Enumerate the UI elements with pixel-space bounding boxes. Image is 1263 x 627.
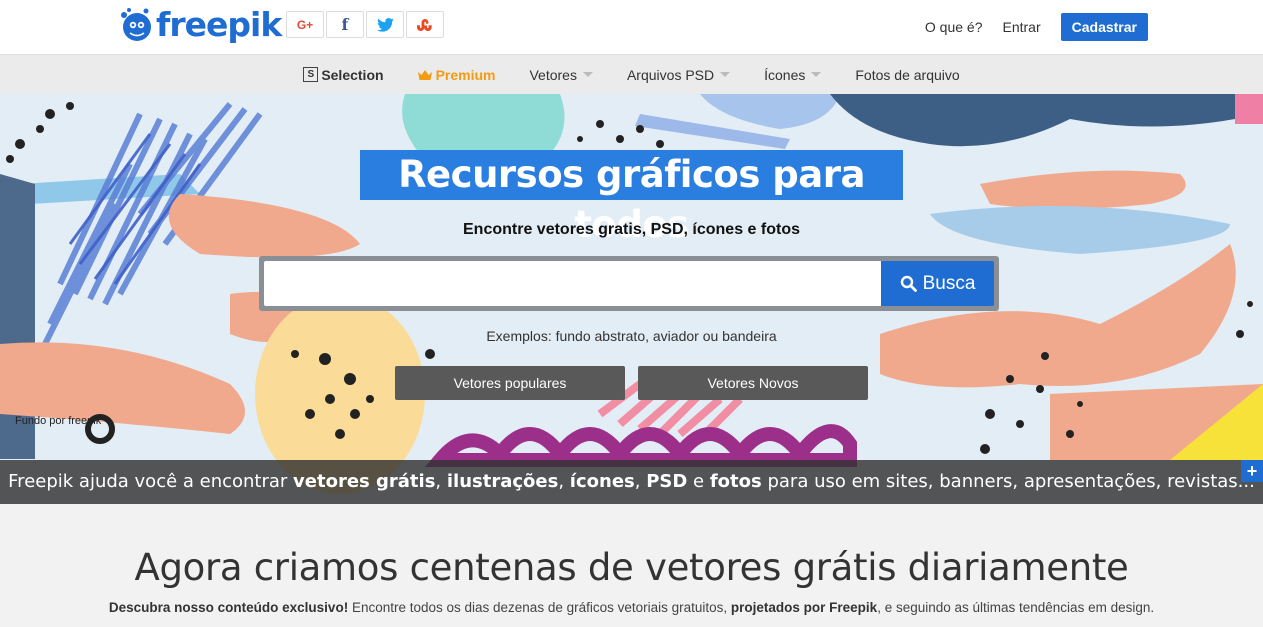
band-text: Freepik ajuda você a encontrar	[8, 471, 294, 492]
nav-vectors-label: Vetores	[529, 66, 577, 83]
main-heading: Agora criamos centenas de vetores grátis…	[134, 546, 1129, 589]
nav-psd[interactable]: Arquivos PSD	[626, 66, 731, 83]
band-text: ,	[634, 471, 647, 492]
search-input[interactable]	[264, 261, 881, 306]
nav-icons[interactable]: Ícones	[764, 66, 822, 83]
popular-vectors-button[interactable]: Vetores populares	[395, 366, 625, 400]
desc-text: Encontre todos os dias dezenas de gráfic…	[348, 600, 731, 615]
selection-icon: S	[303, 67, 319, 82]
logo-text: freepik	[156, 4, 282, 44]
what-is-link[interactable]: O que é?	[925, 19, 983, 35]
nav-vectors[interactable]: Vetores	[529, 66, 593, 83]
desc-bold-designed: projetados por Freepik	[730, 600, 878, 615]
background-credit[interactable]: Fundo por freepik	[15, 415, 101, 427]
crown-icon	[417, 69, 432, 80]
stumbleupon-button[interactable]	[406, 11, 444, 38]
chevron-down-icon	[720, 72, 731, 77]
new-vectors-button[interactable]: Vetores Novos	[638, 366, 868, 400]
nav-premium[interactable]: Premium	[417, 66, 496, 83]
chevron-down-icon	[811, 72, 822, 77]
search-examples: Exemplos: fundo abstrato, aviador ou ban…	[486, 328, 777, 344]
hero-buttons: Vetores populares Vetores Novos	[395, 366, 868, 400]
freepik-mascot-icon	[121, 8, 151, 41]
social-share-bar: G+ f	[286, 11, 444, 38]
google-plus-button[interactable]: G+	[286, 11, 324, 38]
nav-psd-label: Arquivos PSD	[626, 66, 715, 83]
band-text: e	[687, 471, 710, 492]
twitter-button[interactable]	[366, 11, 404, 38]
main-nav: S Selection Premium Vetores Arquivos PSD…	[0, 54, 1263, 94]
desc-bold-discover: Descubra nosso conteúdo exclusivo!	[108, 600, 349, 615]
login-link[interactable]: Entrar	[1003, 19, 1041, 35]
band-text: para uso em sites, banners, apresentaçõe…	[761, 471, 1255, 492]
band-bold-vectors: vetores grátis	[293, 471, 436, 492]
main-description: Descubra nosso conteúdo exclusivo! Encon…	[0, 600, 1263, 615]
google-plus-icon: G+	[296, 17, 314, 32]
freepik-logo[interactable]: freepik	[116, 4, 282, 44]
facebook-icon: f	[341, 15, 349, 34]
desc-text: , e seguindo as últimas tendências em de…	[877, 600, 1155, 615]
band-bold-photos: fotos	[709, 471, 762, 492]
search-bar: Busca	[259, 256, 999, 311]
search-icon	[900, 275, 917, 292]
hero-tagline-band: Freepik ajuda você a encontrar vetores g…	[0, 460, 1263, 504]
signup-button[interactable]: Cadastrar	[1060, 13, 1148, 41]
nav-premium-label: Premium	[435, 66, 496, 83]
top-bar: freepik G+ f O que é? Entrar Cadastrar	[0, 0, 1263, 54]
hero-banner: Recursos gráficos para todos Encontre ve…	[0, 94, 1263, 504]
band-bold-illustrations: ilustrações	[446, 471, 559, 492]
band-text: ,	[435, 471, 447, 492]
nav-selection-label: Selection	[321, 66, 384, 83]
plus-icon[interactable]: +	[1241, 460, 1263, 482]
nav-photos-label: Fotos de arquivo	[855, 66, 960, 83]
chevron-down-icon	[582, 72, 593, 77]
facebook-button[interactable]: f	[326, 11, 364, 38]
stumbleupon-icon	[417, 18, 432, 31]
band-text: ,	[558, 471, 570, 492]
account-nav: O que é? Entrar Cadastrar	[925, 13, 1148, 41]
band-bold-psd: PSD	[646, 471, 688, 492]
nav-icons-label: Ícones	[764, 66, 806, 83]
band-bold-icons: ícones	[569, 471, 635, 492]
nav-photos[interactable]: Fotos de arquivo	[855, 67, 959, 83]
nav-selection[interactable]: S Selection	[303, 66, 384, 83]
twitter-icon	[376, 17, 394, 32]
hero-title: Recursos gráficos para todos	[360, 150, 903, 246]
search-button-label: Busca	[922, 272, 976, 294]
hero-subtitle: Encontre vetores gratis, PSD, ícones e f…	[463, 221, 800, 238]
search-button[interactable]: Busca	[881, 261, 994, 306]
